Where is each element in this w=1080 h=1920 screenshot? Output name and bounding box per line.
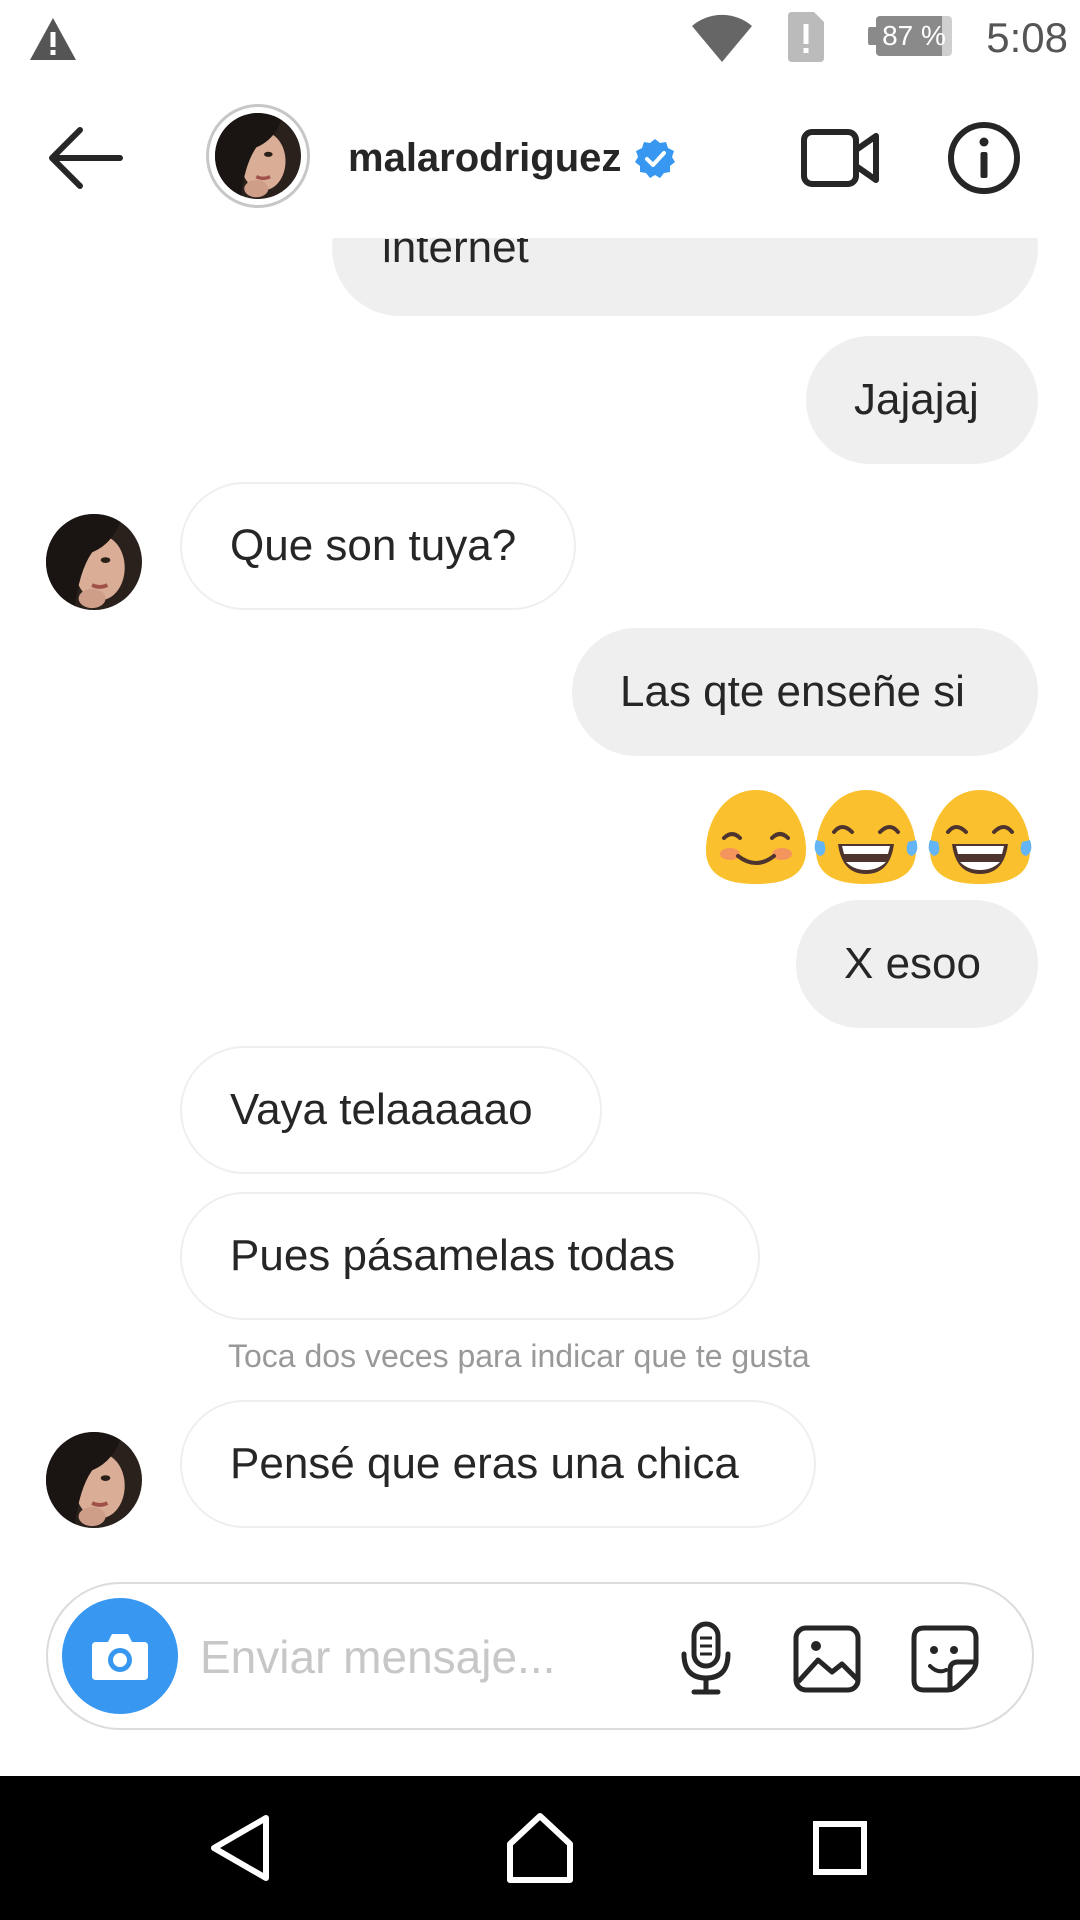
message-text: Jajajaj	[854, 375, 979, 424]
back-arrow-icon[interactable]	[40, 118, 130, 198]
message-thread[interactable]: internet Jajajaj Que son tuya? Las qte e…	[0, 238, 1080, 1568]
gallery-icon[interactable]	[792, 1624, 862, 1694]
incoming-message[interactable]: Pensé que eras una chica	[180, 1400, 816, 1528]
double-tap-like-hint: Toca dos veces para indicar que te gusta	[228, 1338, 810, 1374]
camera-button[interactable]	[62, 1598, 178, 1714]
warning-icon	[30, 18, 76, 60]
message-text: X esoo	[844, 939, 981, 988]
outgoing-message[interactable]: X esoo	[796, 900, 1038, 1028]
battery-percent-label: 87 %	[882, 20, 946, 51]
outgoing-message[interactable]: internet	[332, 238, 1038, 316]
battery-icon: 87 %	[868, 16, 952, 56]
nav-home-icon[interactable]	[500, 1808, 580, 1888]
system-nav-bar	[0, 1776, 1080, 1920]
sim-alert-icon	[788, 12, 824, 62]
sender-avatar[interactable]	[46, 1432, 142, 1528]
microphone-icon[interactable]	[676, 1620, 736, 1696]
incoming-message[interactable]: Vaya telaaaaao	[180, 1046, 602, 1174]
header-avatar[interactable]	[206, 104, 310, 208]
message-text: Pensé que eras una chica	[230, 1439, 739, 1488]
message-input[interactable]	[200, 1622, 700, 1692]
outgoing-message[interactable]: Jajajaj	[806, 336, 1038, 464]
tears-of-joy-emoji	[814, 790, 918, 884]
direct-message-screen: 87 % 5:08 malarodriguez internet Jajajaj…	[0, 0, 1080, 1920]
message-composer	[46, 1582, 1034, 1730]
message-text: internet	[382, 238, 529, 272]
status-bar: 87 % 5:08	[0, 0, 1080, 78]
avatar-photo	[215, 113, 301, 199]
message-text: Las qte enseñe si	[620, 667, 965, 716]
sticker-icon[interactable]	[910, 1624, 980, 1694]
emoji-message[interactable]	[812, 778, 1038, 894]
incoming-message[interactable]: Pues pásamelas todas	[180, 1192, 760, 1320]
nav-recents-icon[interactable]	[800, 1808, 880, 1888]
info-icon[interactable]	[946, 120, 1022, 196]
nav-back-icon[interactable]	[200, 1808, 280, 1888]
tears-of-joy-emoji	[928, 790, 1032, 884]
outgoing-message[interactable]: Las qte enseñe si	[572, 628, 1038, 756]
clock: 5:08	[986, 14, 1068, 61]
verified-badge-icon	[635, 139, 675, 178]
chat-header: malarodriguez	[0, 78, 1080, 238]
message-text: Vaya telaaaaao	[230, 1085, 533, 1134]
sender-avatar[interactable]	[46, 514, 142, 610]
video-call-icon[interactable]	[800, 126, 880, 190]
message-text: Pues pásamelas todas	[230, 1231, 676, 1280]
camera-icon	[92, 1634, 148, 1680]
message-text: Que son tuya?	[230, 521, 517, 570]
chat-username[interactable]: malarodriguez	[348, 128, 621, 188]
wifi-icon	[692, 14, 752, 62]
smiling-blush-emoji	[706, 790, 806, 884]
incoming-message[interactable]: Que son tuya?	[180, 482, 576, 610]
